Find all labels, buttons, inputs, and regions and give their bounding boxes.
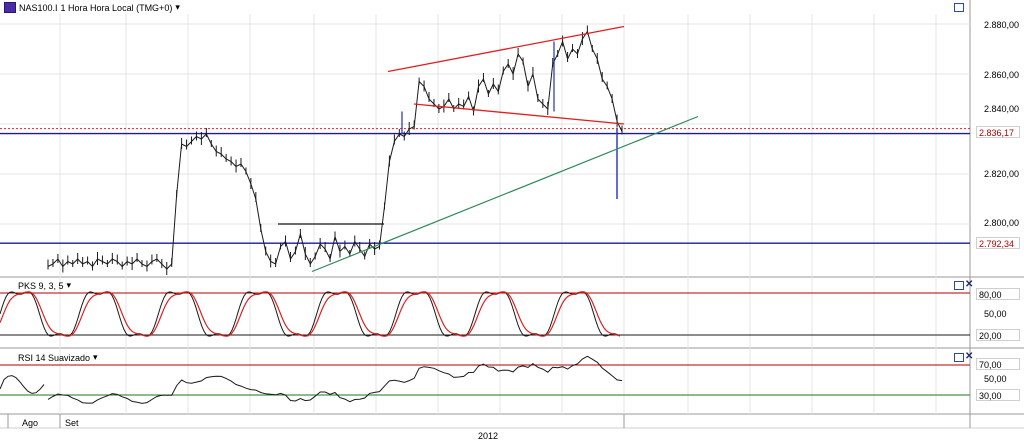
symbol-label[interactable]: NAS100.I: [19, 3, 58, 13]
stoch-maximize-button[interactable]: [954, 281, 964, 290]
y-tick-label: 2.880,00: [984, 20, 1020, 30]
y-tick-label: 2.860,00: [984, 70, 1020, 80]
y-tick-label: 2.800,00: [984, 218, 1020, 228]
stoch-header[interactable]: PKS 9, 3, 5 ▾: [18, 280, 71, 291]
stoch-close-icon[interactable]: ✕: [965, 280, 973, 290]
stoch-title[interactable]: PKS 9, 3, 5: [18, 281, 64, 291]
channel-upper: [387, 25, 625, 73]
chart-header[interactable]: NAS100.I 1 Hora Hora Local (TMG+0) ▾: [4, 2, 180, 13]
price-tag-current: 2.836,17: [976, 126, 1020, 138]
x-label-year: 2012: [478, 431, 499, 441]
x-label-set: Set: [65, 418, 79, 428]
channel-lower: [413, 103, 625, 125]
price-tag-support: 2.792,34: [976, 237, 1020, 249]
chevron-down-icon[interactable]: ▾: [67, 280, 72, 291]
rsi-line: [47, 355, 623, 404]
instrument-icon: [4, 2, 16, 13]
chevron-down-icon[interactable]: ▾: [93, 352, 98, 363]
rsi-level-30: 30,00: [976, 389, 1020, 401]
rsi-maximize-button[interactable]: [954, 353, 964, 362]
x-label-ago: Ago: [22, 418, 39, 428]
chevron-down-icon[interactable]: ▾: [175, 2, 180, 13]
rsi-header[interactable]: RSI 14 Suavizado ▾: [18, 352, 98, 363]
y-tick-label: 2.840,00: [984, 104, 1020, 114]
stoch-tick-50: 50,00: [984, 309, 1007, 319]
rsi-line: [0, 375, 45, 394]
trendline: [311, 115, 699, 273]
chart-canvas[interactable]: [0, 0, 1024, 443]
rsi-title[interactable]: RSI 14 Suavizado: [18, 353, 90, 363]
maximize-button[interactable]: [954, 3, 964, 12]
stoch-level-80: 80,00: [976, 288, 1020, 300]
stoch-k-line: [0, 291, 621, 337]
rsi-level-70: 70,00: [976, 358, 1020, 370]
timeframe-label[interactable]: 1 Hora Hora Local (TMG+0): [61, 3, 173, 13]
rsi-close-icon[interactable]: ✕: [965, 352, 973, 362]
rsi-tick-50: 50,00: [984, 374, 1007, 384]
y-tick-label: 2.820,00: [984, 169, 1020, 179]
stoch-level-20: 20,00: [976, 329, 1020, 341]
stoch-d-line: [0, 291, 621, 337]
